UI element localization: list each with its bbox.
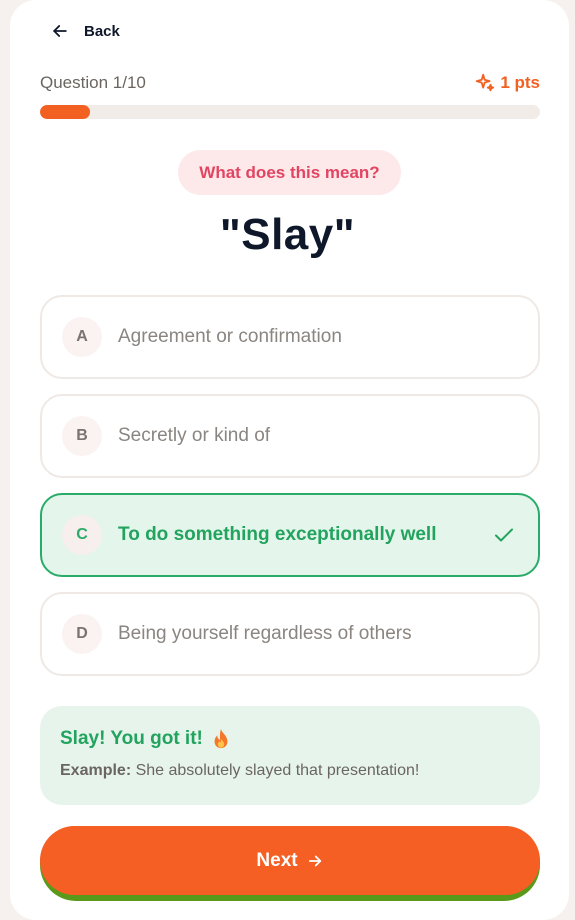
points-label: 1 pts (500, 73, 540, 92)
next-button[interactable]: Next (40, 826, 540, 895)
option-text: Secretly or kind of (118, 425, 271, 446)
option-text: To do something exceptionally well (118, 524, 437, 545)
arrow-right-icon (308, 855, 321, 866)
slang-term: "Slay" (219, 210, 356, 259)
option-d[interactable]: D Being yourself regardless of others (40, 592, 540, 676)
option-text: Being yourself regardless of others (118, 623, 412, 644)
progress-header: Question 1/10 1 pts (40, 72, 540, 94)
option-letter: B (62, 416, 102, 456)
option-letter: C (62, 515, 102, 555)
back-button[interactable]: Back (50, 20, 120, 42)
feedback-example: Example: She absolutely slayed that pres… (60, 762, 520, 780)
option-letter: A (62, 317, 102, 357)
check-icon (495, 528, 513, 542)
option-text: Agreement or confirmation (118, 326, 342, 347)
option-c[interactable]: C To do something exceptionally well (40, 493, 540, 577)
progress-fill (40, 105, 90, 119)
points-badge: 1 pts (474, 72, 540, 94)
option-a[interactable]: A Agreement or confirmation (40, 295, 540, 379)
sparkle-icon (476, 73, 495, 92)
next-label: Next (256, 849, 298, 871)
next-button-shadow: Next (40, 826, 540, 901)
back-label: Back (84, 22, 120, 40)
feedback-title: Slay! You got it! (60, 728, 520, 750)
feedback-panel: Slay! You got it! Example: She absolutel… (40, 706, 540, 805)
question-prompt: What does this mean? (178, 150, 401, 195)
example-label: Example: (60, 762, 132, 779)
fire-icon (214, 728, 228, 749)
example-text: She absolutely slayed that presentation! (135, 762, 420, 779)
option-b[interactable]: B Secretly or kind of (40, 394, 540, 478)
question-counter: Question 1/10 (40, 73, 146, 92)
option-letter: D (62, 614, 102, 654)
arrow-left-icon (53, 25, 67, 37)
feedback-title-text: Slay! You got it! (60, 728, 203, 749)
progress-bar (40, 105, 540, 119)
